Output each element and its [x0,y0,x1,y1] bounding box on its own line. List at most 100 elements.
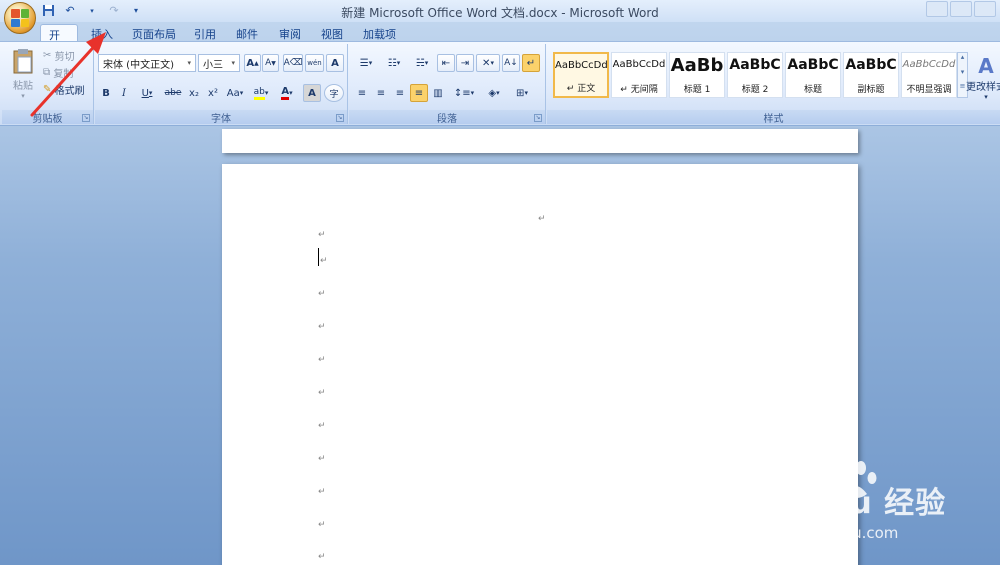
sort-button[interactable]: A↓ [502,54,520,72]
justify-icon: ≡ [414,87,424,99]
font-group: 宋体 (中文正文) ▾ 小三 ▾ A ▲ A ▼ A⌫ wén A B I U ▾ abe… [95,44,348,125]
chinese-layout-icon: ✕ [482,57,491,69]
underline-button[interactable]: U ▾ [135,84,159,102]
font-name-combo[interactable]: 宋体 (中文正文) ▾ [98,54,196,72]
align-left-button[interactable]: ≡ [353,84,371,102]
tab-home[interactable]: 开始 [40,24,78,58]
distributed-button[interactable]: ▥ [429,84,447,102]
style-name: ↵ 无间隔 [620,85,658,95]
borders-button[interactable]: ⊞ ▾ [509,84,535,102]
align-left-icon: ≡ [357,87,367,99]
enclose-char-button[interactable]: 字 [324,84,344,102]
paste-button[interactable]: 粘贴 ▾ [6,48,40,100]
change-case-icon: Aa [226,87,240,99]
multilevel-list-icon: ☵ [415,57,425,69]
change-styles-button[interactable]: A 更改样式 ▾ [966,50,1000,104]
highlighter-icon: ab [253,87,265,100]
chevron-down-icon: ▾ [984,92,988,101]
style-sample: AaBb [670,55,724,76]
font-launcher-icon[interactable]: ↘ [336,114,344,122]
multilevel-list-button[interactable]: ☵ ▾ [409,54,435,72]
phonetic-guide-button[interactable]: wén [305,54,324,72]
strikethrough-button[interactable]: abe [162,84,184,102]
watermark-logo: Bai du 经验 [760,486,947,521]
numbering-button[interactable]: ☷ ▾ [381,54,407,72]
window-title: 新建 Microsoft Office Word 文档.docx - Micro… [341,6,659,20]
highlight-button[interactable]: ab ▾ [249,84,273,102]
font-name-value: 宋体 (中文正文) [103,59,174,71]
style-tile[interactable]: AaBbCcDd ↵ 正文 [553,52,609,98]
align-center-button[interactable]: ≡ [372,84,390,102]
tab-mailings[interactable]: 邮件 [228,24,266,42]
clear-format-button[interactable]: A⌫ [283,54,303,72]
pilcrow-icon: ↵ [526,57,536,69]
style-tile[interactable]: AaBbC 标题 [785,52,841,98]
line-spacing-button[interactable]: ↕≡ ▾ [451,84,477,102]
shading-button[interactable]: ◈ ▾ [481,84,507,102]
copy-label: 复制 [53,69,74,80]
style-sample: AaBbCcDd [612,59,666,70]
chevron-down-icon: ▾ [231,59,235,67]
close-button[interactable] [974,1,996,17]
paragraph-mark: ↵ [318,421,326,431]
format-painter-button[interactable]: ✎ 格式刷 [42,82,86,97]
char-shading-button[interactable]: A [303,84,321,102]
show-marks-button[interactable]: ↵ [522,54,540,72]
bullets-button[interactable]: ☰ ▾ [353,54,379,72]
tab-page-layout[interactable]: 页面布局 [124,24,184,42]
align-right-button[interactable]: ≡ [391,84,409,102]
style-tile[interactable]: AaBbC 副标题 [843,52,899,98]
maximize-button[interactable] [950,1,972,17]
styles-group: AaBbCcDd ↵ 正文 AaBbCcDd ↵ 无间隔 AaBb 标题 1 A… [547,44,1000,125]
subscript-icon: x₂ [189,87,199,99]
style-sample: AaBbCcDd [902,59,956,70]
chinese-layout-button[interactable]: ✕ ▾ [476,54,500,72]
minimize-button[interactable] [926,1,948,17]
paragraph-mark: ↵ [318,289,326,299]
change-styles-icon: A [978,53,994,78]
cut-button[interactable]: ✂ 剪切 [42,48,76,63]
justify-button[interactable]: ≡ [410,84,428,102]
paragraph-mark: ↵ [538,214,546,224]
chevron-up-icon[interactable]: ▴ [958,53,967,68]
cut-label: 剪切 [54,52,75,63]
tab-addins[interactable]: 加载项 [355,24,404,42]
style-name: 标题 1 [683,85,711,95]
grow-font-icon: A [246,57,255,69]
style-tile[interactable]: AaBb 标题 1 [669,52,725,98]
clipboard-launcher-icon[interactable]: ↘ [82,114,90,122]
clear-format-icon: A⌫ [283,58,303,68]
font-color-button[interactable]: A ▾ [275,84,299,102]
style-tile[interactable]: AaBbC 标题 2 [727,52,783,98]
decrease-indent-button[interactable]: ⇤ [437,54,455,72]
strikethrough-icon: abe [164,88,182,98]
ribbon: 粘贴 ▾ ✂ 剪切 ⧉ 复制 ✎ 格式刷 剪贴板 ↘ 宋体 (中文正文) ▾ 小三… [0,41,1000,126]
tab-references[interactable]: 引用 [186,24,224,42]
char-border-button[interactable]: A [326,54,344,72]
enclose-char-icon: 字 [329,89,339,100]
previous-page-bottom [222,129,858,153]
shrink-font-button[interactable]: A ▼ [262,54,279,72]
subscript-button[interactable]: x₂ [185,84,203,102]
font-size-value: 小三 [203,59,223,71]
format-painter-label: 格式刷 [54,86,85,97]
tab-insert[interactable]: 插入 [83,24,121,42]
tab-view[interactable]: 视图 [313,24,351,42]
line-spacing-icon: ↕≡ [453,87,471,99]
font-size-combo[interactable]: 小三 ▾ [198,54,240,72]
style-tile[interactable]: AaBbCcDd 不明显强调 [901,52,957,98]
bold-button[interactable]: B [98,84,114,102]
copy-button[interactable]: ⧉ 复制 [42,65,74,80]
change-case-button[interactable]: Aa ▾ [223,84,247,102]
style-tile[interactable]: AaBbCcDd ↵ 无间隔 [611,52,667,98]
office-button[interactable] [4,2,36,34]
grow-font-button[interactable]: A ▲ [244,54,261,72]
paragraph-launcher-icon[interactable]: ↘ [534,114,542,122]
watermark-url: jingyan.baidu.com [760,524,899,542]
paragraph-mark: ↵ [318,230,326,240]
clipboard-icon [12,48,34,77]
superscript-button[interactable]: x² [204,84,222,102]
italic-button[interactable]: I [116,84,132,102]
increase-indent-button[interactable]: ⇥ [456,54,474,72]
tab-review[interactable]: 审阅 [271,24,309,42]
